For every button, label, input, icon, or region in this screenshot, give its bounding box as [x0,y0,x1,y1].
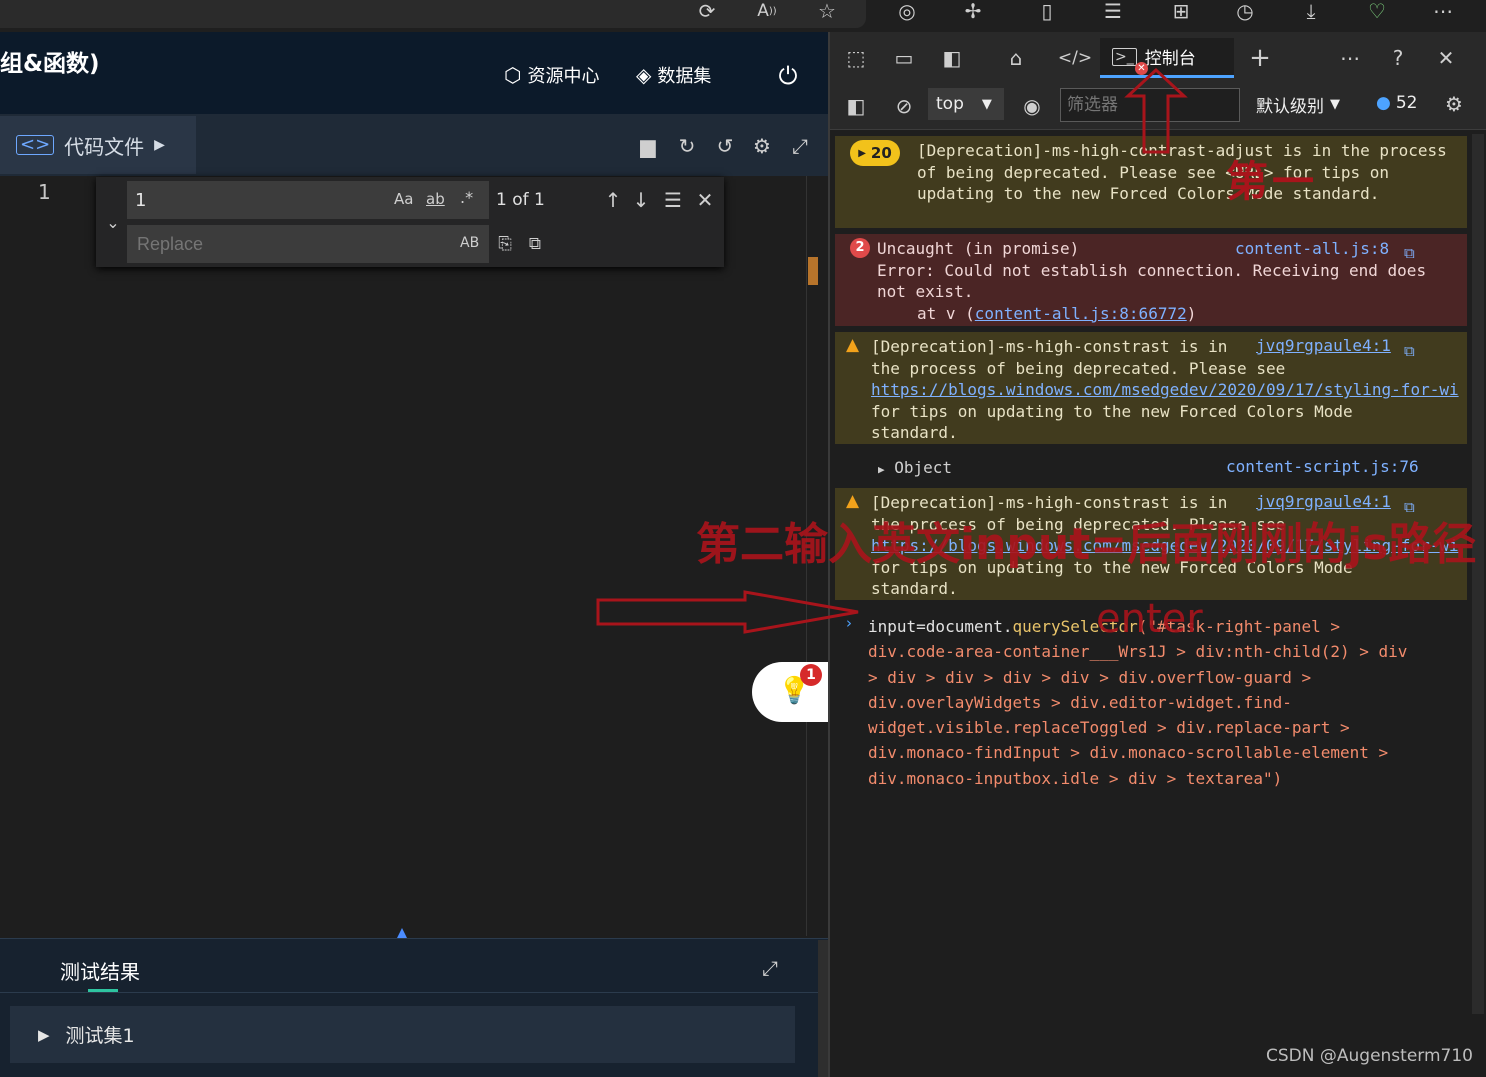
watermark: CSDN @Augensterm710 [1266,1046,1473,1066]
annotation-second: 第二输入英文input=后面刚刚的js路径 [696,519,1477,570]
annotation-arrow-up [1124,67,1188,154]
annotation-enter: enter [1096,596,1203,642]
annotation-first: 第一 [1226,157,1319,206]
annotation-arrow-right [596,590,859,634]
